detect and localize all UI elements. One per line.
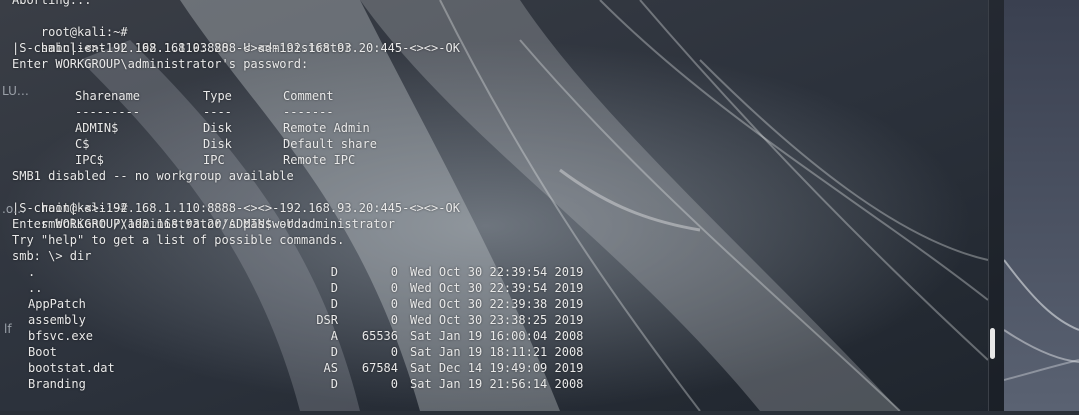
password-prompt: Enter WORKGROUP\administrator's password… bbox=[12, 217, 309, 231]
share-type: Disk bbox=[203, 137, 232, 151]
help-message: Try "help" to get a list of possible com… bbox=[12, 233, 345, 247]
file-size: 0 bbox=[390, 313, 398, 327]
background-label: lf bbox=[4, 322, 12, 336]
file-size: 0 bbox=[390, 265, 398, 279]
file-attr: D bbox=[330, 281, 338, 295]
file-row: . D 0 Wed Oct 30 22:39:54 2019 bbox=[12, 264, 612, 280]
share-name: IPC$ bbox=[75, 153, 104, 167]
file-date: Sat Jan 19 16:00:04 2008 bbox=[410, 329, 584, 343]
file-date: Sat Dec 14 19:49:09 2019 bbox=[410, 361, 584, 375]
file-row: Branding D 0 Sat Jan 19 21:56:14 2008 bbox=[12, 376, 612, 392]
file-date: Wed Oct 30 22:39:54 2019 bbox=[410, 281, 584, 295]
smb1-message: SMB1 disabled -- no workgroup available bbox=[12, 169, 294, 183]
col-comment: Comment bbox=[283, 89, 334, 103]
file-attr: D bbox=[330, 345, 338, 359]
scrollbar-thumb[interactable] bbox=[990, 328, 995, 359]
background-label: LU… bbox=[2, 84, 29, 98]
password-prompt: Enter WORKGROUP\administrator's password… bbox=[12, 57, 309, 71]
terminal-line: Aborting... bbox=[12, 0, 92, 7]
file-size: 0 bbox=[390, 345, 398, 359]
file-date: Sat Jan 19 21:56:14 2008 bbox=[410, 377, 584, 391]
file-size: 0 bbox=[390, 377, 398, 391]
file-row: .. D 0 Wed Oct 30 22:39:54 2019 bbox=[12, 280, 612, 296]
proxychain-line: |S-chain|-<>-192.168.1.110:8888-<><>-192… bbox=[12, 201, 460, 215]
file-name: Boot bbox=[28, 345, 57, 359]
file-attr: AS bbox=[323, 361, 338, 375]
file-size: 0 bbox=[390, 281, 398, 295]
share-comment: Remote IPC bbox=[283, 153, 356, 167]
share-row: ADMIN$ Disk Remote Admin bbox=[12, 120, 412, 136]
file-date: Wed Oct 30 22:39:38 2019 bbox=[410, 297, 584, 311]
share-comment: Remote Admin bbox=[283, 121, 370, 135]
share-type: Disk bbox=[203, 121, 232, 135]
share-name: C$ bbox=[75, 137, 90, 151]
file-size: 0 bbox=[390, 297, 398, 311]
file-name: bfsvc.exe bbox=[28, 329, 94, 343]
file-date: Wed Oct 30 23:38:25 2019 bbox=[410, 313, 584, 327]
file-attr: DSR bbox=[316, 313, 338, 327]
file-attr: D bbox=[330, 297, 338, 311]
share-type: IPC bbox=[203, 153, 225, 167]
share-header-row: Sharename Type Comment bbox=[12, 88, 412, 104]
shell-prompt: root@kali:~# bbox=[40, 25, 128, 39]
wallpaper-strip bbox=[1003, 259, 1079, 381]
smb-prompt: smb: \> dir bbox=[12, 249, 92, 263]
file-name: bootstat.dat bbox=[28, 361, 115, 375]
file-row: bfsvc.exe A 65536 Sat Jan 19 16:00:04 20… bbox=[12, 328, 612, 344]
terminal-window[interactable]: Aborting... root@kali:~# smbclient -L 19… bbox=[0, 0, 988, 411]
adjacent-window bbox=[1003, 0, 1079, 411]
file-row: bootstat.dat AS 67584 Sat Dec 14 19:49:0… bbox=[12, 360, 612, 376]
file-name: .. bbox=[28, 281, 43, 295]
file-row: Boot D 0 Sat Jan 19 18:11:21 2008 bbox=[12, 344, 612, 360]
file-name: . bbox=[28, 265, 36, 279]
share-divider-row: --------- ---- ------- bbox=[75, 105, 334, 119]
command-line: root@kali:~# smbclient -L 192.168.93.20 … bbox=[12, 8, 352, 55]
share-comment: Default share bbox=[283, 137, 377, 151]
file-date: Wed Oct 30 22:39:54 2019 bbox=[410, 265, 584, 279]
share-name: ADMIN$ bbox=[75, 121, 119, 135]
background-label: .o… bbox=[2, 202, 26, 216]
col-type: Type bbox=[203, 89, 232, 103]
file-row: assembly DSR 0 Wed Oct 30 23:38:25 2019 bbox=[12, 312, 612, 328]
col-sharename: Sharename bbox=[75, 89, 141, 103]
file-attr: A bbox=[330, 329, 338, 343]
file-attr: D bbox=[330, 265, 338, 279]
file-attr: D bbox=[330, 377, 338, 391]
file-size: 65536 bbox=[361, 329, 398, 343]
file-name: AppPatch bbox=[28, 297, 86, 311]
file-name: Branding bbox=[28, 377, 86, 391]
file-date: Sat Jan 19 18:11:21 2008 bbox=[410, 345, 584, 359]
proxychain-line: |S-chain|-<>-192.168.1.110:8888-<><>-192… bbox=[12, 41, 460, 55]
file-name: assembly bbox=[28, 313, 86, 327]
command-line: root@kali:~# smbclient //192.168.93.20/A… bbox=[12, 184, 395, 231]
share-row: IPC$ IPC Remote IPC bbox=[12, 152, 412, 168]
file-size: 67584 bbox=[361, 361, 398, 375]
share-row: C$ Disk Default share bbox=[12, 136, 412, 152]
file-row: AppPatch D 0 Wed Oct 30 22:39:38 2019 bbox=[12, 296, 612, 312]
